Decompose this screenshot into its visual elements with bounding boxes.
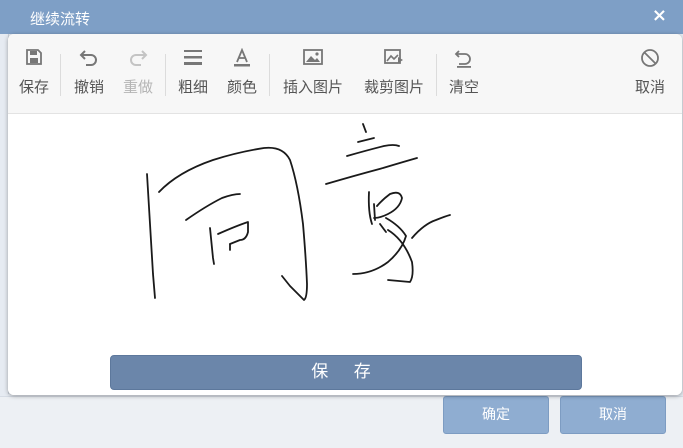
clear-icon <box>444 48 484 74</box>
save-icon <box>14 48 54 74</box>
redo-button[interactable]: 重做 <box>118 48 158 104</box>
signature-toolbar: 保存 撤销 重做 粗细 颜色 插入图片 裁剪图片 清空 取消 <box>8 34 682 114</box>
redo-icon <box>118 48 158 74</box>
close-icon[interactable]: × <box>652 6 667 26</box>
redo-label: 重做 <box>122 78 153 96</box>
dialog-title: 继续流转 <box>30 10 91 28</box>
cancel-icon <box>630 48 670 74</box>
insert-image-label: 插入图片 <box>282 78 343 96</box>
text-color-icon <box>222 47 262 74</box>
line-weight-icon <box>173 48 213 74</box>
undo-button[interactable]: 撤销 <box>69 48 109 104</box>
toolbar-cancel-button[interactable]: 取消 <box>630 48 670 104</box>
signature-canvas[interactable] <box>8 114 682 395</box>
toolbar-separator <box>269 54 270 96</box>
undo-label: 撤销 <box>73 78 104 96</box>
toolbar-cancel-label: 取消 <box>634 78 665 96</box>
line-weight-button[interactable]: 粗细 <box>173 48 213 104</box>
crop-image-button[interactable]: 裁剪图片 <box>359 48 429 104</box>
toolbar-save-label: 保存 <box>18 78 49 96</box>
toolbar-separator <box>60 54 61 96</box>
save-signature-button[interactable]: 保 存 <box>110 355 582 390</box>
confirm-button[interactable]: 确定 <box>443 396 549 434</box>
line-weight-label: 粗细 <box>177 78 208 96</box>
undo-icon <box>69 48 109 74</box>
insert-image-button[interactable]: 插入图片 <box>278 48 348 104</box>
clear-label: 清空 <box>448 78 479 96</box>
signature-panel: 保存 撤销 重做 粗细 颜色 插入图片 裁剪图片 清空 取消 保 存 <box>8 34 682 395</box>
toolbar-separator <box>165 54 166 96</box>
color-label: 颜色 <box>226 78 257 96</box>
insert-image-icon <box>278 48 348 74</box>
clear-button[interactable]: 清空 <box>444 48 484 104</box>
crop-image-label: 裁剪图片 <box>363 78 424 96</box>
toolbar-separator <box>436 54 437 96</box>
crop-image-icon <box>359 48 429 74</box>
toolbar-save-button[interactable]: 保存 <box>14 48 54 104</box>
dialog-cancel-button[interactable]: 取消 <box>560 396 666 434</box>
handwritten-signature <box>146 123 451 301</box>
color-button[interactable]: 颜色 <box>222 47 262 104</box>
dialog-titlebar: 继续流转 × <box>0 0 683 34</box>
